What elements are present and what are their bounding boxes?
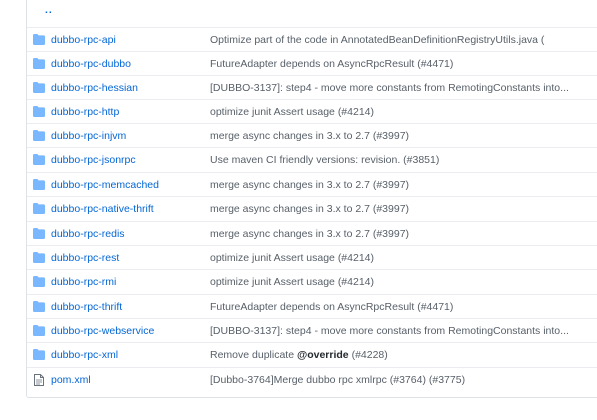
- folder-icon: [33, 301, 45, 313]
- list-item[interactable]: dubbo-rpc-jsonrpc Use maven CI friendly …: [27, 147, 597, 171]
- folder-icon: [33, 106, 45, 118]
- entry-name[interactable]: dubbo-rpc-api: [51, 34, 116, 46]
- entry-name[interactable]: pom.xml: [51, 374, 91, 386]
- list-item[interactable]: dubbo-rpc-dubbo FutureAdapter depends on…: [27, 51, 597, 75]
- commit-message[interactable]: Optimize part of the code in AnnotatedBe…: [210, 34, 593, 46]
- entry-name[interactable]: dubbo-rpc-injvm: [51, 130, 126, 142]
- entry-name[interactable]: dubbo-rpc-dubbo: [51, 58, 131, 70]
- folder-icon: [33, 252, 45, 264]
- entry-name[interactable]: dubbo-rpc-hessian: [51, 82, 138, 94]
- folder-icon: [33, 82, 45, 94]
- list-item[interactable]: dubbo-rpc-xml Remove duplicate @override…: [27, 342, 597, 366]
- commit-message[interactable]: [Dubbo-3764]Merge dubbo rpc xmlrpc (#376…: [210, 374, 593, 386]
- parent-directory-row[interactable]: ..: [27, 0, 597, 24]
- list-item[interactable]: dubbo-rpc-native-thrift merge async chan…: [27, 196, 597, 220]
- commit-message[interactable]: optimize junit Assert usage (#4214): [210, 106, 593, 118]
- folder-icon: [33, 349, 45, 361]
- folder-icon: [33, 203, 45, 215]
- entry-name[interactable]: dubbo-rpc-xml: [51, 349, 118, 361]
- entry-name[interactable]: dubbo-rpc-memcached: [51, 179, 159, 191]
- commit-message[interactable]: optimize junit Assert usage (#4214): [210, 276, 593, 288]
- list-item[interactable]: dubbo-rpc-rmi optimize junit Assert usag…: [27, 269, 597, 293]
- commit-message[interactable]: [DUBBO-3137]: step4 - move more constant…: [210, 325, 593, 337]
- file-list: .. dubbo-rpc-api Optimize part of the co…: [26, 0, 597, 398]
- folder-icon: [33, 34, 45, 46]
- commit-message[interactable]: Use maven CI friendly versions: revision…: [210, 154, 593, 166]
- commit-message[interactable]: FutureAdapter depends on AsyncRpcResult …: [210, 301, 593, 313]
- entry-name[interactable]: dubbo-rpc-rmi: [51, 276, 116, 288]
- folder-icon: [33, 179, 45, 191]
- entry-name[interactable]: dubbo-rpc-redis: [51, 228, 125, 240]
- folder-icon: [33, 325, 45, 337]
- commit-message[interactable]: merge async changes in 3.x to 2.7 (#3997…: [210, 130, 593, 142]
- commit-message-mention[interactable]: @override: [297, 349, 349, 361]
- entry-name[interactable]: dubbo-rpc-thrift: [51, 301, 122, 313]
- entry-name[interactable]: dubbo-rpc-jsonrpc: [51, 154, 136, 166]
- list-item[interactable]: dubbo-rpc-api Optimize part of the code …: [27, 27, 597, 51]
- commit-message-suffix: (#4228): [348, 348, 388, 361]
- list-item[interactable]: dubbo-rpc-hessian [DUBBO-3137]: step4 - …: [27, 75, 597, 99]
- folder-icon: [33, 228, 45, 240]
- parent-directory-link[interactable]: ..: [45, 4, 53, 16]
- entry-name[interactable]: dubbo-rpc-native-thrift: [51, 203, 154, 215]
- list-item[interactable]: pom.xml [Dubbo-3764]Merge dubbo rpc xmlr…: [27, 367, 597, 391]
- list-item[interactable]: dubbo-rpc-thrift FutureAdapter depends o…: [27, 294, 597, 318]
- commit-message[interactable]: [DUBBO-3137]: step4 - move more constant…: [210, 82, 593, 94]
- commit-message-text: Remove duplicate: [210, 348, 297, 361]
- folder-icon: [33, 58, 45, 70]
- list-item[interactable]: dubbo-rpc-injvm merge async changes in 3…: [27, 123, 597, 147]
- folder-icon: [33, 154, 45, 166]
- file-icon: [33, 373, 45, 386]
- commit-message[interactable]: Remove duplicate @override (#4228): [210, 349, 593, 361]
- folder-icon: [33, 130, 45, 142]
- commit-message[interactable]: FutureAdapter depends on AsyncRpcResult …: [210, 58, 593, 70]
- entry-name[interactable]: dubbo-rpc-rest: [51, 252, 119, 264]
- commit-message[interactable]: optimize junit Assert usage (#4214): [210, 252, 593, 264]
- entry-name[interactable]: dubbo-rpc-webservice: [51, 325, 154, 337]
- list-item[interactable]: dubbo-rpc-http optimize junit Assert usa…: [27, 99, 597, 123]
- entry-name[interactable]: dubbo-rpc-http: [51, 106, 119, 118]
- list-item[interactable]: dubbo-rpc-rest optimize junit Assert usa…: [27, 245, 597, 269]
- folder-icon: [33, 276, 45, 288]
- list-item[interactable]: dubbo-rpc-webservice [DUBBO-3137]: step4…: [27, 318, 597, 342]
- commit-message[interactable]: merge async changes in 3.x to 2.7 (#3997…: [210, 203, 593, 215]
- list-item[interactable]: dubbo-rpc-memcached merge async changes …: [27, 172, 597, 196]
- commit-message[interactable]: merge async changes in 3.x to 2.7 (#3997…: [210, 228, 593, 240]
- list-item[interactable]: dubbo-rpc-redis merge async changes in 3…: [27, 221, 597, 245]
- commit-message[interactable]: merge async changes in 3.x to 2.7 (#3997…: [210, 179, 593, 191]
